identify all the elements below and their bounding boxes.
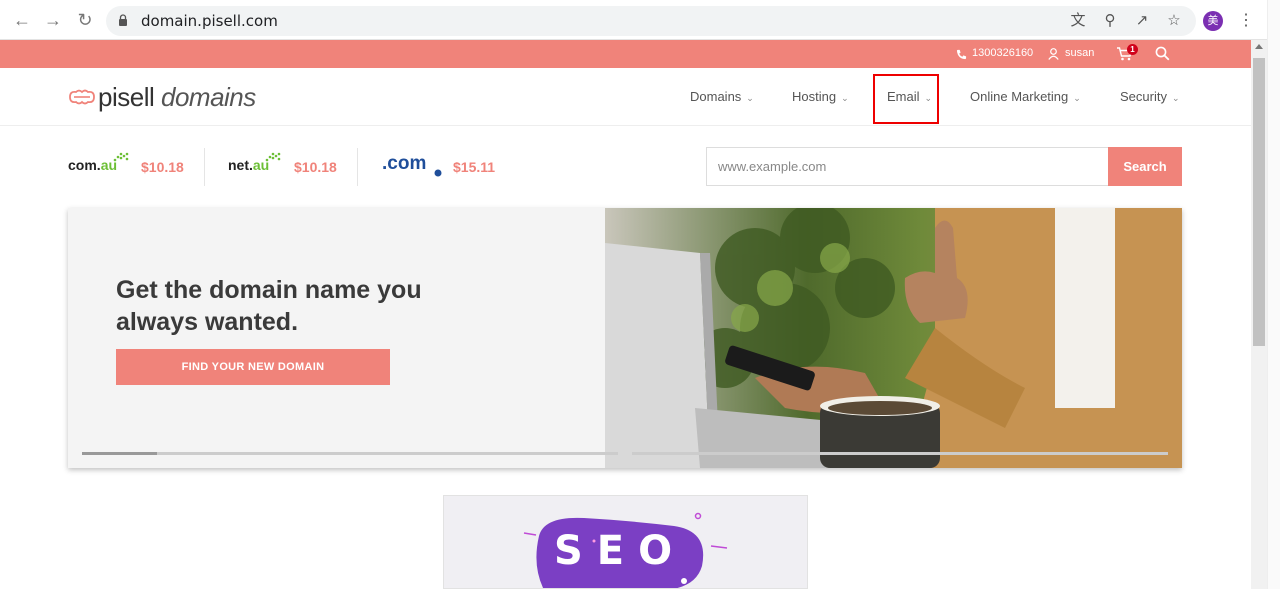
hero-title: Get the domain name you always wanted.: [116, 276, 422, 336]
user-icon: [1048, 48, 1059, 60]
tld-netau-price: $10.18: [294, 159, 337, 175]
email-highlight-annotation: [873, 74, 939, 124]
chevron-down-icon: ⌄: [1171, 93, 1180, 103]
top-utility-bar: 1300326160 susan: [0, 40, 1251, 68]
slider-progress-track[interactable]: [82, 452, 618, 455]
divider: [204, 148, 205, 186]
tld-com[interactable]: .com: [382, 153, 426, 175]
slider-progress-fill: [82, 452, 158, 455]
site-header: pisell domains Domains ⌄ Hosting ⌄ Email ⌄ …: [0, 68, 1251, 126]
hero-banner: Get the domain name you always wanted. F…: [68, 208, 1182, 468]
chevron-down-icon: ⌄: [746, 93, 754, 103]
nav-hosting-label: Hosting: [792, 89, 837, 104]
zoom-icon[interactable]: ⚲: [1102, 13, 1118, 29]
search-icon[interactable]: [1155, 46, 1170, 61]
nav-online-marketing[interactable]: Online Marketing ⌄: [970, 89, 1081, 104]
logo-mark-icon: [69, 89, 95, 105]
hero-photo: [605, 208, 1182, 468]
nav-domains-label: Domains: [690, 89, 742, 104]
divider: [357, 148, 358, 186]
domain-search-input[interactable]: www.example.com: [706, 147, 1109, 186]
phone-icon: [956, 49, 967, 60]
back-icon[interactable]: ←: [13, 11, 31, 29]
nav-hosting[interactable]: Hosting ⌄: [792, 89, 849, 104]
slider-progress-track-secondary[interactable]: [632, 452, 1168, 455]
logo-sub-text: domains: [160, 82, 256, 112]
side-panel-edge: [1267, 0, 1280, 589]
find-domain-button[interactable]: FIND YOUR NEW DOMAIN: [116, 349, 390, 385]
nav-online-marketing-label: Online Marketing: [970, 89, 1069, 104]
browser-menu-icon[interactable]: ⋮: [1238, 10, 1254, 30]
search-button[interactable]: Search: [1108, 147, 1182, 186]
share-icon[interactable]: ↗: [1134, 13, 1150, 29]
chevron-down-icon: ⌄: [1073, 93, 1081, 103]
verisign-badge-icon: [434, 169, 442, 177]
nav-domains[interactable]: Domains ⌄: [690, 89, 754, 104]
tld-comau-main: com.: [68, 157, 101, 173]
chevron-down-icon: ⌄: [841, 93, 849, 103]
tld-comau[interactable]: com.au: [68, 157, 117, 173]
au-dots-icon: [113, 152, 129, 162]
tld-com-price: $15.11: [453, 159, 496, 175]
nav-security-label: Security: [1120, 89, 1167, 104]
profile-avatar[interactable]: 美: [1203, 11, 1223, 31]
seo-text: SEO: [554, 528, 687, 574]
au-dots-icon: [265, 152, 281, 162]
browser-toolbar: ← → ↻ domain.pisell.com 文 ⚲ ↗ ☆ 美 ⋮: [0, 0, 1280, 40]
logo-main-text: pisell: [98, 82, 155, 112]
nav-security[interactable]: Security ⌄: [1120, 89, 1180, 104]
bookmark-star-icon[interactable]: ☆: [1166, 13, 1182, 29]
address-bar[interactable]: domain.pisell.com 文 ⚲ ↗ ☆: [106, 6, 1196, 36]
lock-icon: [119, 14, 127, 26]
tld-comau-price: $10.18: [141, 159, 184, 175]
reload-icon[interactable]: ↻: [76, 11, 94, 29]
tld-netau-main: net.: [228, 157, 253, 173]
url-text: domain.pisell.com: [141, 12, 278, 30]
cart-count-badge: 1: [1127, 44, 1138, 55]
scroll-up-icon[interactable]: [1255, 44, 1263, 49]
scrollbar-thumb[interactable]: [1253, 58, 1265, 346]
translate-icon[interactable]: 文: [1070, 13, 1086, 29]
phone-number[interactable]: 1300326160: [972, 47, 1033, 59]
forward-icon[interactable]: →: [44, 11, 62, 29]
seo-promo-card[interactable]: SEO: [443, 495, 808, 589]
tld-com-main: .com: [382, 153, 427, 174]
username[interactable]: susan: [1065, 47, 1094, 59]
